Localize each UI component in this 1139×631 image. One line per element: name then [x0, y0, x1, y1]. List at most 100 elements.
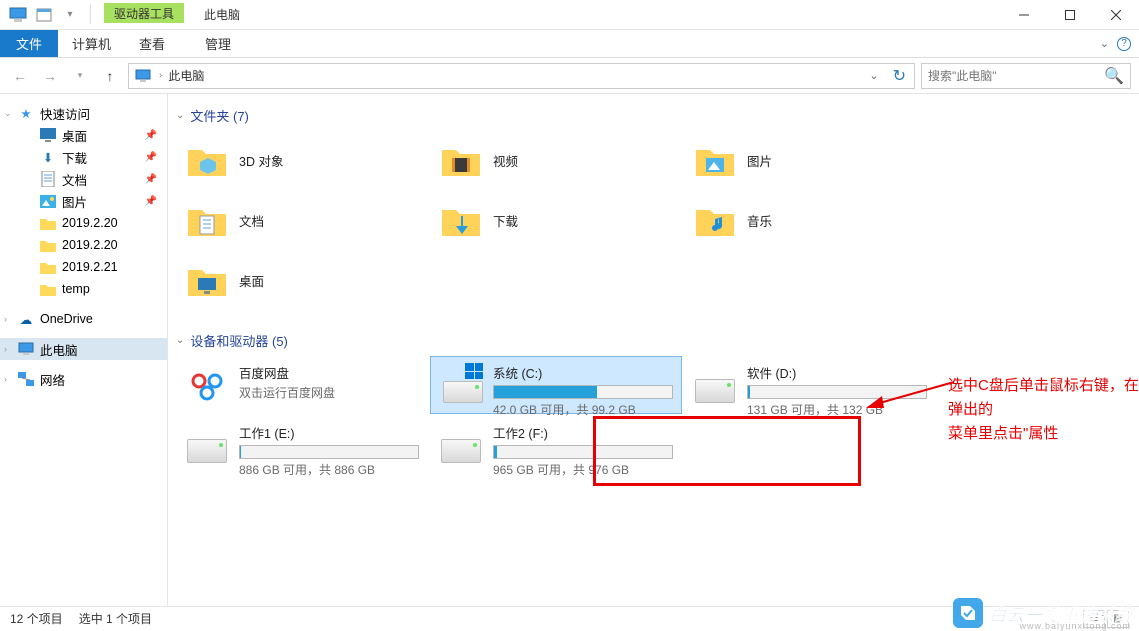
- folders-tiles: 3D 对象 视频 图片 文档 下载 音乐: [176, 131, 1139, 309]
- forward-button[interactable]: →: [38, 64, 62, 88]
- sidebar-network[interactable]: › 网络: [0, 368, 167, 390]
- sidebar-label: 2019.2.20: [62, 238, 118, 252]
- folder-tile-documents[interactable]: 文档: [176, 191, 428, 249]
- sidebar-downloads[interactable]: ⬇ 下载 📌: [0, 146, 167, 168]
- folder-tile-desktop[interactable]: 桌面: [176, 251, 428, 309]
- recent-dropdown[interactable]: ▾: [68, 64, 92, 88]
- chevron-right-icon[interactable]: ›: [4, 314, 7, 324]
- status-bar: 12 个项目 选中 1 个项目 ☰ ▦: [0, 606, 1139, 630]
- folder-icon: [185, 198, 229, 242]
- search-icon[interactable]: 🔍: [1104, 66, 1124, 86]
- sidebar-this-pc[interactable]: › 此电脑: [0, 338, 167, 360]
- minimize-button[interactable]: [1001, 0, 1047, 30]
- sidebar-desktop[interactable]: 桌面 📌: [0, 124, 167, 146]
- sidebar-label: 图片: [62, 192, 87, 211]
- sidebar-label: 文档: [62, 170, 87, 189]
- drive-label: 工作2 (F:): [493, 423, 673, 442]
- network-icon: [18, 371, 34, 387]
- folder-icon: [693, 198, 737, 242]
- content-pane[interactable]: ⌄ 文件夹 (7) 3D 对象 视频 图片 文档 下载: [168, 94, 1139, 606]
- drive-tile-e[interactable]: 工作1 (E:) 886 GB 可用，共 886 GB: [176, 416, 428, 474]
- drive-tile-c[interactable]: 系统 (C:) 42.0 GB 可用，共 99.2 GB: [430, 356, 682, 414]
- manage-tab[interactable]: 管理: [187, 30, 249, 57]
- refresh-icon[interactable]: ↻: [889, 66, 910, 86]
- address-dropdown-icon[interactable]: ⌄: [863, 69, 884, 82]
- folder-tile-downloads[interactable]: 下载: [430, 191, 682, 249]
- sidebar-folder-2[interactable]: 2019.2.20: [0, 234, 167, 256]
- window-title: 此电脑: [184, 0, 1001, 29]
- back-button[interactable]: ←: [8, 64, 32, 88]
- chevron-down-icon[interactable]: ⌄: [4, 108, 12, 119]
- sidebar-label: 下载: [62, 148, 87, 167]
- view-tab[interactable]: 查看: [125, 30, 179, 57]
- search-input[interactable]: [928, 69, 1104, 83]
- drive-tile-d[interactable]: 软件 (D:) 131 GB 可用，共 132 GB: [684, 356, 936, 414]
- pin-icon: 📌: [145, 196, 157, 207]
- folders-group-header[interactable]: ⌄ 文件夹 (7): [176, 102, 1139, 131]
- drive-usage-bar: [493, 385, 673, 399]
- drive-label: 百度网盘: [239, 363, 419, 382]
- folder-icon: [40, 259, 56, 275]
- qat-dropdown-icon[interactable]: ▾: [60, 5, 80, 25]
- sidebar-folder-temp[interactable]: temp: [0, 278, 167, 300]
- sidebar-pictures[interactable]: 图片 📌: [0, 190, 167, 212]
- drive-label: 软件 (D:): [747, 363, 927, 382]
- folder-tile-3d-objects[interactable]: 3D 对象: [176, 131, 428, 189]
- close-button[interactable]: [1093, 0, 1139, 30]
- folder-icon: [439, 138, 483, 182]
- drive-tile-baidu[interactable]: 百度网盘 双击运行百度网盘: [176, 356, 428, 414]
- sidebar-quick-access[interactable]: ⌄ ★ 快速访问: [0, 102, 167, 124]
- baidu-icon: [185, 363, 229, 403]
- breadcrumb-separator[interactable]: ›: [159, 70, 162, 81]
- ribbon-tabs: 文件 计算机 查看 管理 ⌄ ?: [0, 30, 1139, 58]
- sidebar-folder-1[interactable]: 2019.2.20: [0, 212, 167, 234]
- group-header-label: 设备和驱动器 (5): [190, 331, 288, 350]
- drive-usage-bar: [747, 385, 927, 399]
- this-pc-icon: [133, 66, 153, 86]
- status-selected-count: 选中 1 个项目: [79, 610, 152, 627]
- folder-tile-pictures[interactable]: 图片: [684, 131, 936, 189]
- titlebar: ▾ │ 驱动器工具 此电脑: [0, 0, 1139, 30]
- up-button[interactable]: ↑: [98, 64, 122, 88]
- pin-icon: 📌: [145, 152, 157, 163]
- folder-tile-videos[interactable]: 视频: [430, 131, 682, 189]
- window-controls: [1001, 0, 1139, 29]
- folder-tile-music[interactable]: 音乐: [684, 191, 936, 249]
- pictures-icon: [40, 193, 56, 209]
- sidebar-label: 网络: [40, 370, 65, 389]
- download-icon: ⬇: [40, 149, 56, 165]
- sidebar-label: temp: [62, 282, 90, 296]
- tile-label: 视频: [493, 151, 518, 170]
- quick-access-toolbar: ▾ │: [0, 0, 104, 29]
- sidebar-documents[interactable]: 文档 📌: [0, 168, 167, 190]
- folder-icon: [185, 258, 229, 302]
- breadcrumb-this-pc[interactable]: 此电脑: [168, 67, 204, 84]
- computer-tab[interactable]: 计算机: [58, 30, 125, 57]
- ribbon-expand-icon[interactable]: ⌄: [1100, 37, 1109, 50]
- qat-item-icon[interactable]: [34, 5, 54, 25]
- maximize-button[interactable]: [1047, 0, 1093, 30]
- sidebar-folder-3[interactable]: 2019.2.21: [0, 256, 167, 278]
- chevron-right-icon[interactable]: ›: [4, 374, 7, 384]
- windows-icon: [465, 363, 483, 379]
- tile-label: 文档: [239, 211, 264, 230]
- drives-tiles: 百度网盘 双击运行百度网盘 系统 (C:) 42.0 GB 可用，共 99.2 …: [176, 356, 1139, 474]
- file-tab[interactable]: 文件: [0, 30, 58, 57]
- sidebar-onedrive[interactable]: › ☁ OneDrive: [0, 308, 167, 330]
- address-bar[interactable]: › 此电脑 ⌄ ↻: [128, 63, 915, 89]
- sidebar-label: 2019.2.20: [62, 216, 118, 230]
- sidebar-label: 桌面: [62, 126, 87, 145]
- drive-subtitle: 双击运行百度网盘: [239, 384, 419, 401]
- search-box[interactable]: 🔍: [921, 63, 1131, 89]
- drive-tile-f[interactable]: 工作2 (F:) 965 GB 可用，共 976 GB: [430, 416, 682, 474]
- sidebar-label: 2019.2.21: [62, 260, 118, 274]
- navigation-pane[interactable]: ⌄ ★ 快速访问 桌面 📌 ⬇ 下载 📌 文档 📌 图片: [0, 94, 168, 606]
- drives-group-header[interactable]: ⌄ 设备和驱动器 (5): [176, 327, 1139, 356]
- sidebar-label: 此电脑: [40, 340, 78, 359]
- drive-label: 工作1 (E:): [239, 423, 419, 442]
- drive-usage-bar: [239, 445, 419, 459]
- sidebar-label: OneDrive: [40, 312, 93, 326]
- chevron-right-icon[interactable]: ›: [4, 344, 7, 354]
- ribbon-contextual-tab[interactable]: 驱动器工具: [104, 3, 184, 23]
- help-icon[interactable]: ?: [1117, 37, 1131, 51]
